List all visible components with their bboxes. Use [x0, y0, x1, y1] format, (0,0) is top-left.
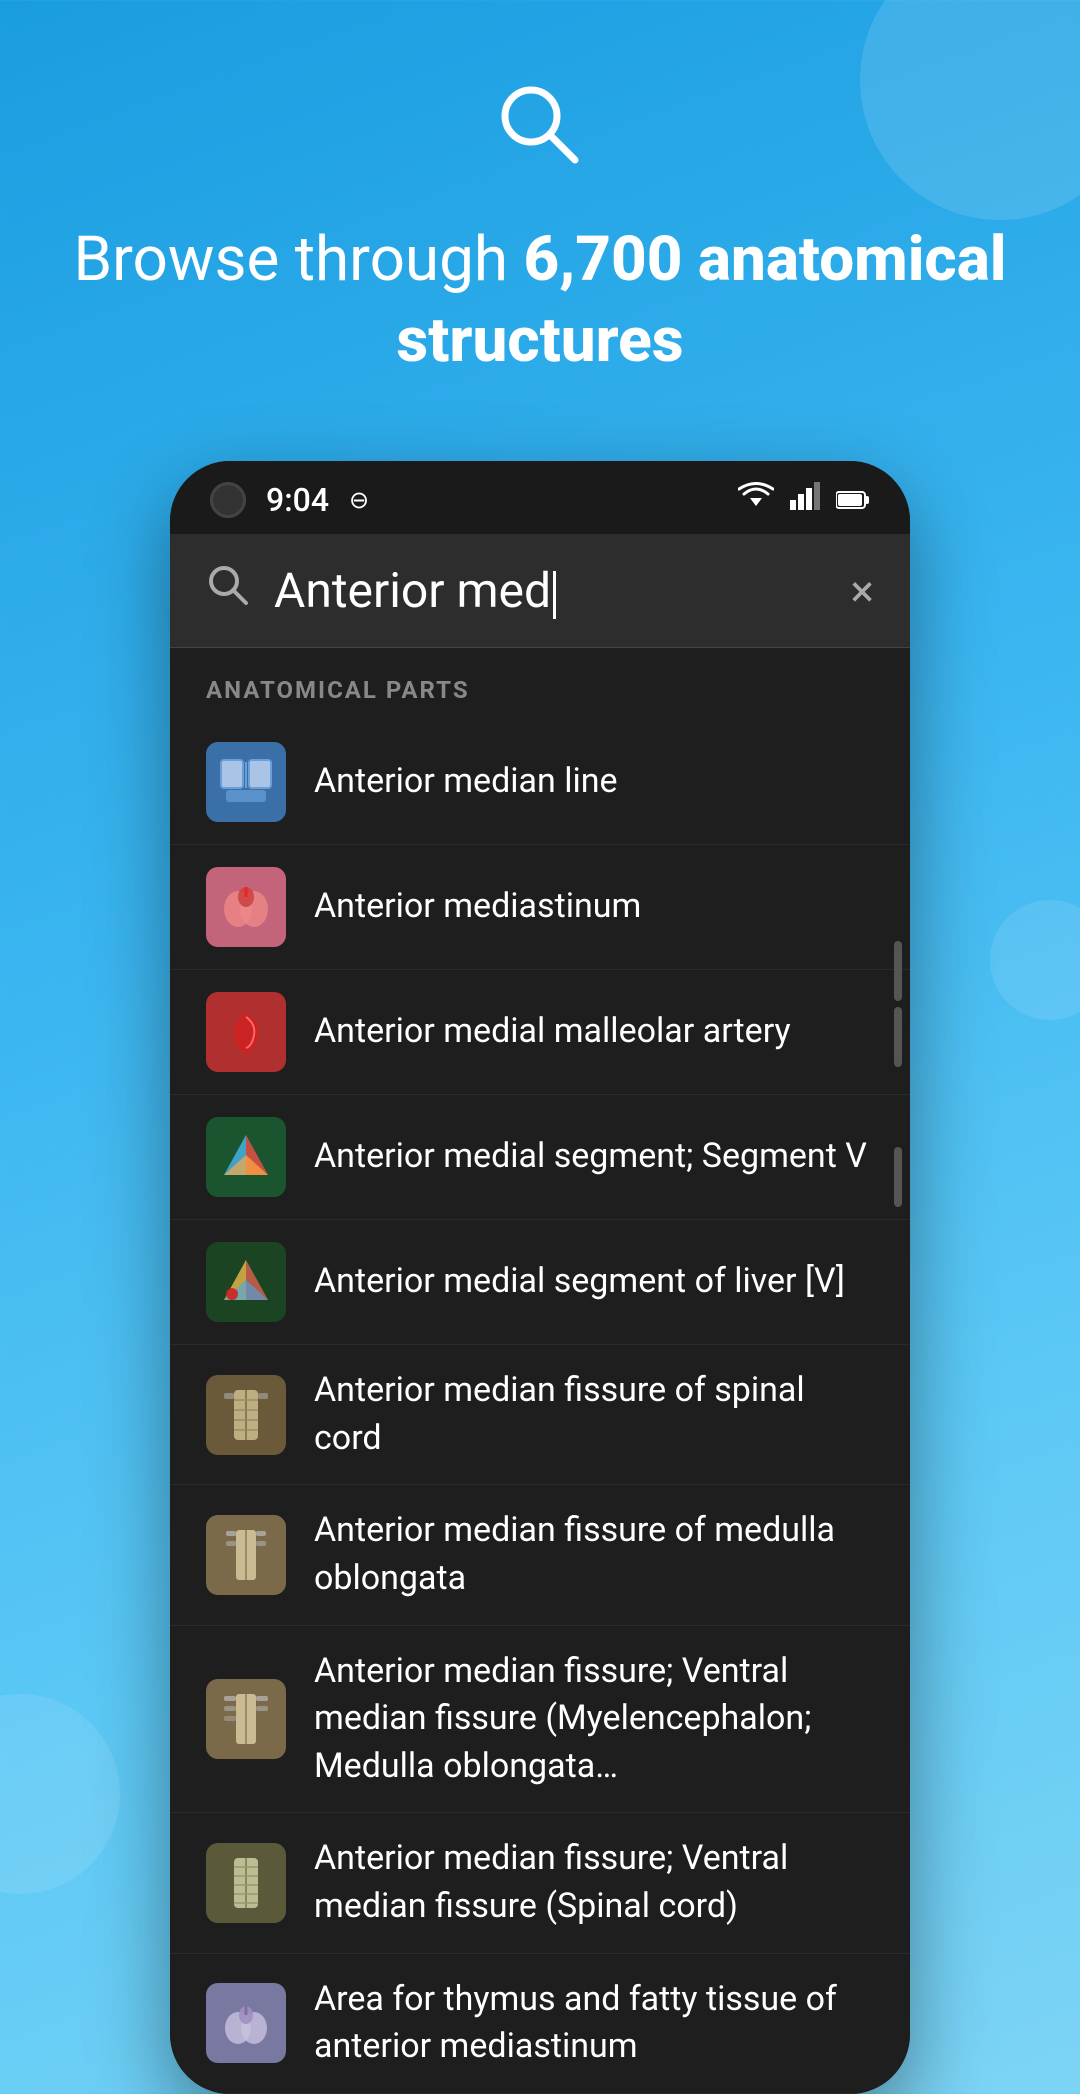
result-text-5: Anterior medial segment of liver [V] — [314, 1258, 874, 1306]
result-thumbnail-3 — [206, 992, 286, 1072]
result-text-1: Anterior median line — [314, 758, 874, 806]
result-thumbnail-1 — [206, 742, 286, 822]
result-text-4: Anterior medial segment; Segment V — [314, 1133, 874, 1181]
battery-icon — [836, 483, 870, 518]
header-section: Browse through 6,700 anatomical structur… — [0, 0, 1080, 421]
status-time: 9:04 — [266, 481, 329, 519]
header-search-icon — [60, 80, 1020, 190]
result-text-6: Anterior median fissure of spinal cord — [314, 1367, 874, 1462]
list-item[interactable]: Anterior median fissure; Ventral median … — [170, 1813, 910, 1953]
result-text-8: Anterior median fissure; Ventral median … — [314, 1648, 874, 1791]
list-item[interactable]: Anterior median fissure of medulla oblon… — [170, 1485, 910, 1625]
search-bar[interactable]: Anterior med × — [170, 534, 910, 648]
scrollbar-thumb-3[interactable] — [894, 1147, 902, 1207]
result-thumbnail-4 — [206, 1117, 286, 1197]
search-input[interactable]: Anterior med — [274, 562, 827, 619]
list-item[interactable]: Anterior medial segment; Segment V — [170, 1095, 910, 1220]
result-text-2: Anterior mediastinum — [314, 883, 874, 931]
result-thumbnail-8 — [206, 1679, 286, 1759]
search-clear-button[interactable]: × — [851, 565, 874, 617]
result-text-3: Anterior medial malleolar artery — [314, 1008, 874, 1056]
status-extra-icon: ⊖ — [349, 486, 369, 514]
result-thumbnail-7 — [206, 1515, 286, 1595]
result-thumbnail-9 — [206, 1843, 286, 1923]
bg-decoration-circle-mid — [990, 900, 1080, 1020]
results-container: ANATOMICAL PARTS Anterior median line — [170, 648, 910, 2094]
list-item[interactable]: Anterior median fissure; Ventral median … — [170, 1626, 910, 1814]
result-text-9: Anterior median fissure; Ventral median … — [314, 1835, 874, 1930]
phone-mockup: 9:04 ⊖ — [170, 461, 910, 2094]
scrollbar-track — [894, 941, 902, 2094]
result-thumbnail-10 — [206, 1983, 286, 2063]
search-bar-icon — [206, 563, 250, 618]
result-thumbnail-2 — [206, 867, 286, 947]
status-bar: 9:04 ⊖ — [170, 461, 910, 534]
search-cursor — [553, 571, 556, 619]
signal-icon — [790, 482, 820, 518]
list-item[interactable]: Anterior mediastinum — [170, 845, 910, 970]
result-text-7: Anterior median fissure of medulla oblon… — [314, 1507, 874, 1602]
scrollbar-thumb-2[interactable] — [894, 1007, 902, 1067]
bg-decoration-circle-bottom — [0, 1694, 120, 1894]
header-title: Browse through 6,700 anatomical structur… — [60, 220, 1020, 381]
result-thumbnail-5 — [206, 1242, 286, 1322]
list-item[interactable]: Anterior medial segment of liver [V] — [170, 1220, 910, 1345]
list-item[interactable]: Anterior medial malleolar artery — [170, 970, 910, 1095]
section-label: ANATOMICAL PARTS — [170, 648, 910, 720]
wifi-icon — [738, 482, 774, 518]
result-thumbnail-6 — [206, 1375, 286, 1455]
status-bar-left: 9:04 ⊖ — [210, 481, 369, 519]
camera-dot — [210, 482, 246, 518]
result-text-10: Area for thymus and fatty tissue of ante… — [314, 1976, 874, 2071]
status-bar-right — [738, 482, 870, 518]
list-item[interactable]: Anterior median fissure of spinal cord — [170, 1345, 910, 1485]
scrollbar-thumb-1[interactable] — [894, 941, 902, 1001]
list-item[interactable]: Anterior median line — [170, 720, 910, 845]
list-item[interactable]: Area for thymus and fatty tissue of ante… — [170, 1954, 910, 2094]
